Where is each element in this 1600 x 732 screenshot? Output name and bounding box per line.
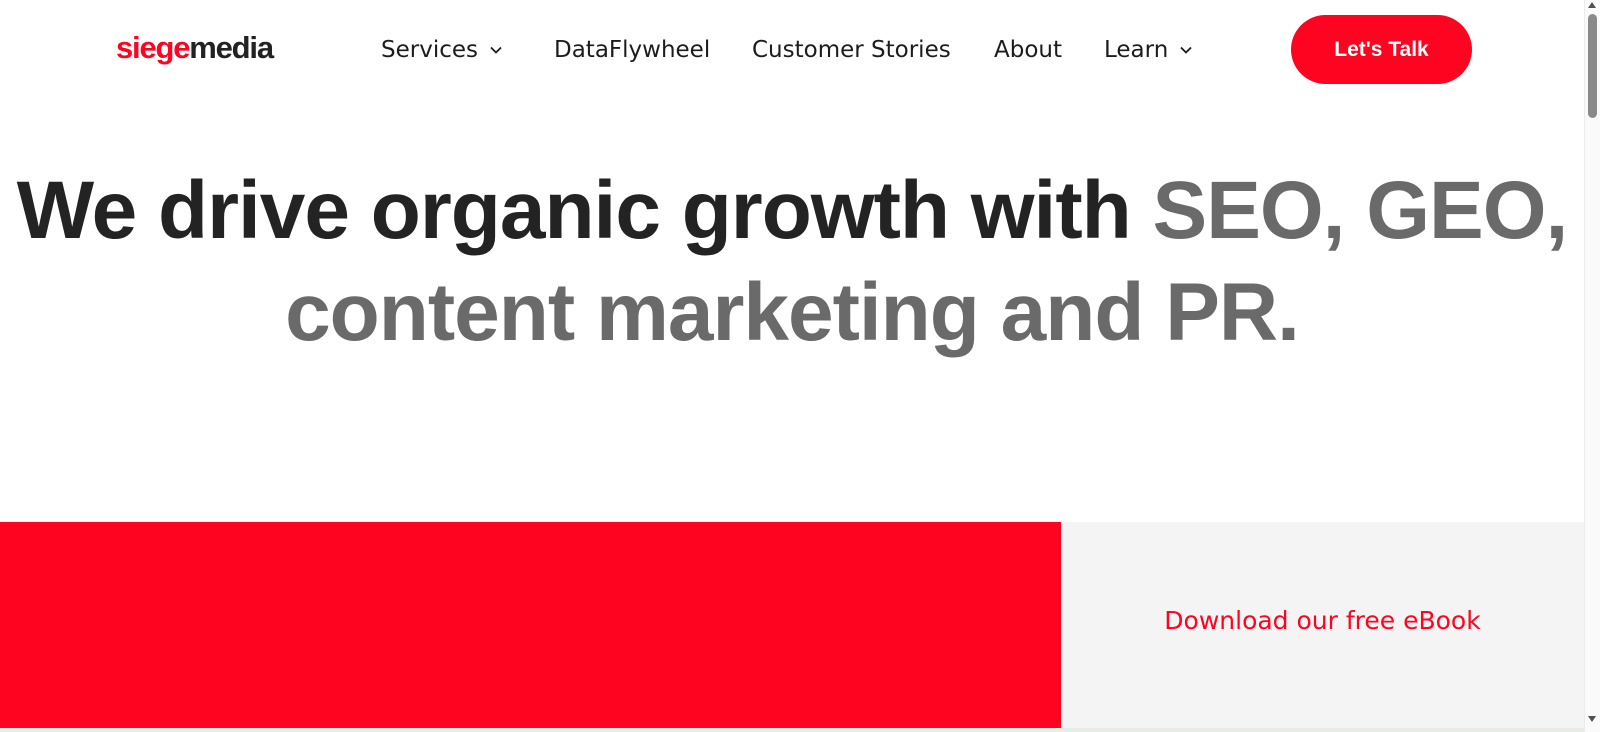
nav-label-customer-stories: Customer Stories <box>752 37 951 63</box>
logo-siege: siege <box>116 30 190 65</box>
chevron-down-icon <box>1180 46 1192 54</box>
page-scrollbar[interactable] <box>1584 0 1600 732</box>
chevron-down-icon <box>490 46 502 54</box>
nav-label-about: About <box>994 37 1063 63</box>
logo-media: media <box>189 30 274 65</box>
hero-headline: We drive organic growth with SEO, GEO, c… <box>0 160 1584 364</box>
page: siegemedia Services DataFlywheel Custome… <box>0 0 1600 732</box>
nav-item-about[interactable]: About <box>994 30 1062 70</box>
nav-item-customer-stories[interactable]: Customer Stories <box>752 30 951 70</box>
nav-label-services: Services <box>381 37 478 63</box>
nav-label-learn: Learn <box>1104 37 1169 63</box>
download-ebook-link[interactable]: Download our free eBook <box>1061 606 1584 635</box>
site-header: siegemedia Services DataFlywheel Custome… <box>0 0 1584 100</box>
scrollbar-thumb[interactable] <box>1588 14 1597 118</box>
promo-red-panel <box>0 522 1061 728</box>
lets-talk-button[interactable]: Let's Talk <box>1291 15 1472 84</box>
scroll-up-arrow-icon[interactable] <box>1588 2 1596 8</box>
logo[interactable]: siegemedia <box>116 28 274 68</box>
hero-headline-dark: We drive organic growth with <box>16 165 1153 256</box>
nav-item-learn[interactable]: Learn <box>1104 30 1194 70</box>
scroll-down-arrow-icon[interactable] <box>1588 716 1596 722</box>
nav-item-dataflywheel[interactable]: DataFlywheel <box>554 30 710 70</box>
nav-label-dataflywheel: DataFlywheel <box>554 37 711 63</box>
window-bottom-edge <box>0 728 1600 732</box>
nav-item-services[interactable]: Services <box>381 30 504 70</box>
promo-gray-panel: Download our free eBook <box>1061 522 1584 728</box>
